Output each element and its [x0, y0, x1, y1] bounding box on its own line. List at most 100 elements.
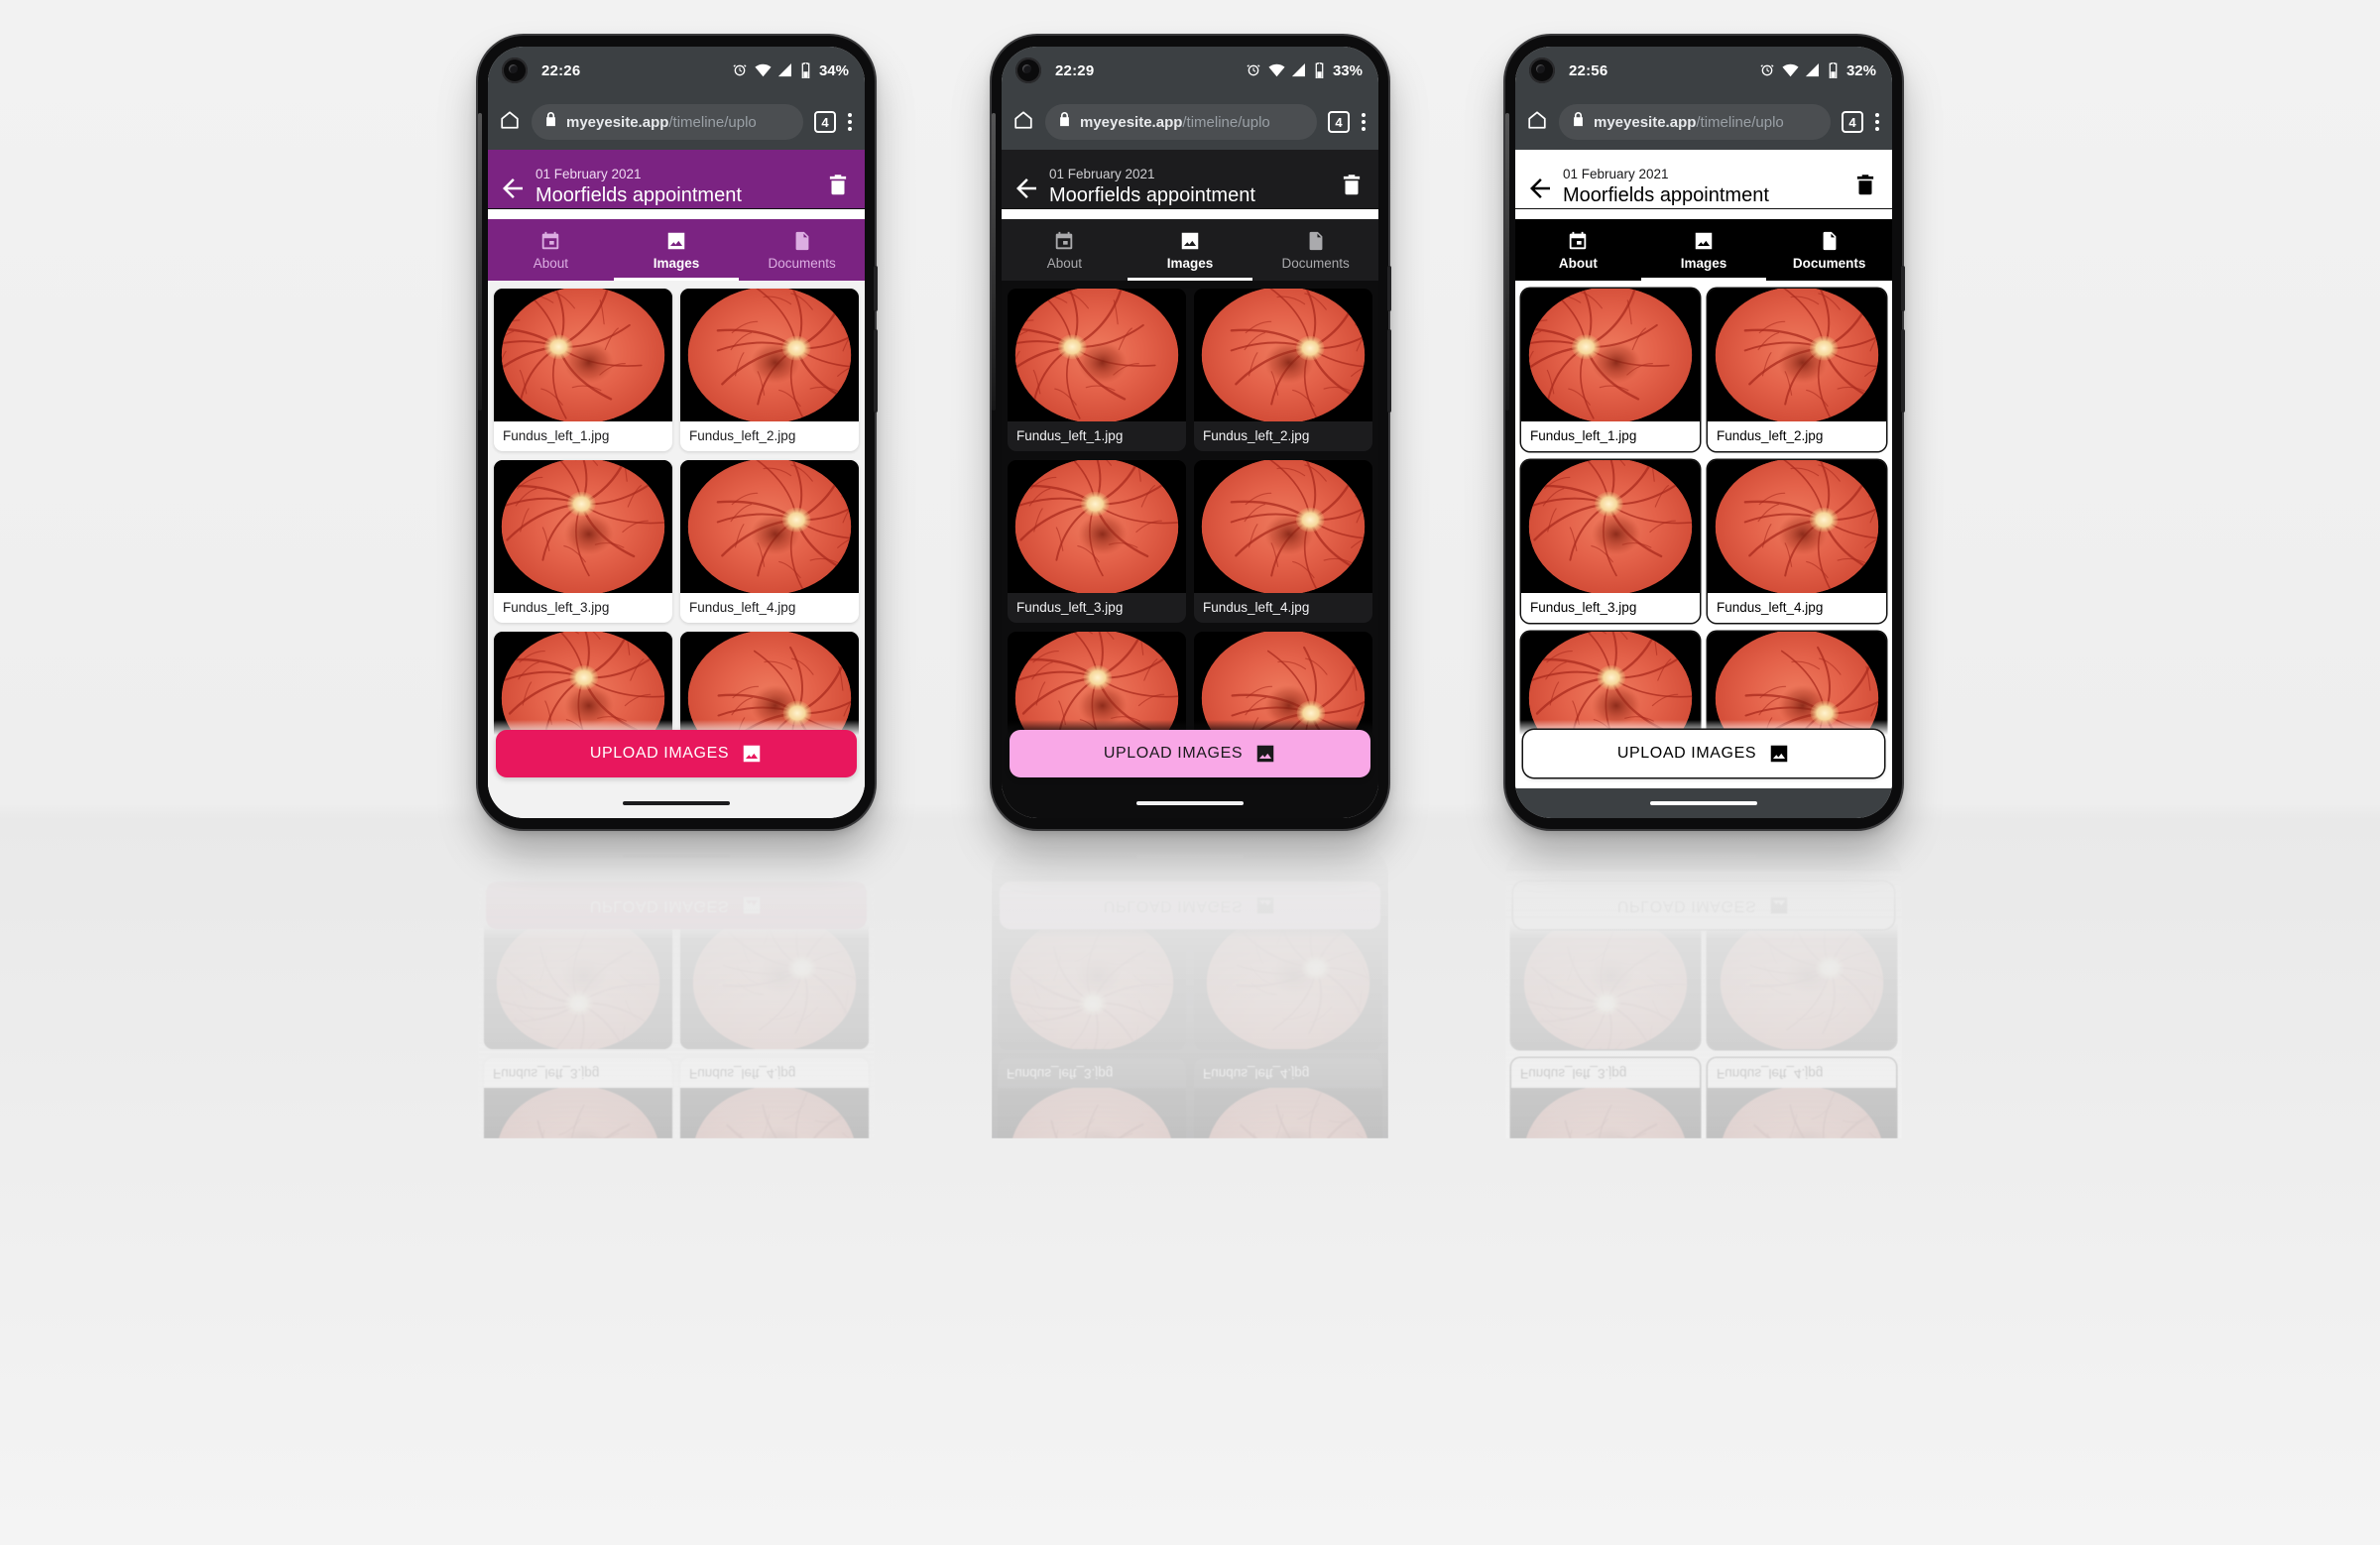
tab-about[interactable]: About [1515, 219, 1641, 281]
image-card[interactable]: Fundus_left_3.jpg [1521, 460, 1700, 624]
tab-counter[interactable]: 4 [1842, 111, 1863, 133]
fundus-thumbnail[interactable] [1521, 460, 1700, 594]
tab-documents[interactable]: Documents [1766, 219, 1892, 281]
status-bar: 22:56 32% [1515, 47, 1892, 94]
address-bar[interactable]: myeyesite.app/timeline/uplo [1559, 104, 1831, 140]
volume-button[interactable] [1901, 266, 1905, 311]
image-card[interactable]: Fundus_left_4.jpg [1194, 460, 1372, 624]
trash-icon[interactable] [1339, 172, 1365, 201]
fundus-thumbnail[interactable] [494, 289, 672, 422]
fundus-thumbnail[interactable] [1708, 289, 1886, 422]
image-card[interactable]: Fundus_left_3.jpg [494, 460, 672, 624]
browser-toolbar: myeyesite.app/timeline/uplo 4 [488, 94, 865, 150]
upload-images-button[interactable]: UPLOAD IMAGES [1010, 730, 1370, 777]
upload-bar: UPLOAD IMAGES [488, 720, 865, 788]
image-card[interactable]: Fundus_left_2.jpg [1708, 289, 1886, 452]
volume-button[interactable] [874, 266, 878, 311]
fundus-thumbnail[interactable] [1521, 289, 1700, 422]
power-button[interactable] [1901, 329, 1905, 413]
system-nav-bar [1515, 788, 1892, 818]
tab-images[interactable]: Images [1127, 219, 1253, 282]
image-card[interactable]: Fundus_left_1.jpg [1008, 289, 1186, 452]
trash-icon[interactable] [1852, 172, 1878, 201]
home-icon[interactable] [499, 109, 521, 136]
image-icon [1254, 894, 1276, 916]
gesture-pill[interactable] [1650, 801, 1757, 805]
phone-screen-purple-light: 22:26 34% myeyesite.app/timeline/uplo 4 … [488, 47, 865, 818]
image-card[interactable]: Fundus_left_1.jpg [494, 289, 672, 452]
power-button[interactable] [1387, 329, 1391, 413]
fundus-thumbnail[interactable] [1194, 460, 1372, 594]
tab-documents[interactable]: Documents [1252, 219, 1378, 281]
trash-icon[interactable] [825, 172, 851, 201]
image-card: Fundus_left_3.jpg [484, 1057, 672, 1138]
tab-counter[interactable]: 4 [814, 111, 836, 133]
fundus-thumbnail[interactable] [1708, 460, 1886, 594]
fundus-thumbnail[interactable] [494, 460, 672, 594]
image-filename: Fundus_left_3.jpg [1520, 1065, 1627, 1081]
tab-about[interactable]: About [1002, 219, 1128, 281]
lock-icon [1058, 112, 1071, 132]
upload-images-button: UPLOAD IMAGES [486, 882, 867, 929]
fundus-thumbnail [1511, 871, 1700, 878]
image-card[interactable]: Fundus_left_3.jpg [1008, 460, 1186, 624]
tab-images[interactable]: Images [1640, 219, 1767, 282]
home-icon[interactable] [1526, 109, 1548, 136]
upload-images-button[interactable]: UPLOAD IMAGES [496, 730, 857, 777]
fundus-thumbnail[interactable] [1008, 289, 1186, 422]
image-filename: Fundus_left_1.jpg [1016, 428, 1124, 444]
upload-button-label: UPLOAD IMAGES [589, 745, 730, 762]
image-card[interactable]: Fundus_left_2.jpg [680, 289, 859, 452]
battery-percentage: 32% [1845, 61, 1876, 79]
phone-slot: 22:56 32% myeyesite.app/timeline/uplo 4 … [1505, 36, 1905, 1138]
address-bar[interactable]: myeyesite.app/timeline/uplo [1045, 104, 1317, 140]
fundus-thumbnail[interactable] [1194, 289, 1372, 422]
image-card[interactable]: Fundus_left_4.jpg [1708, 460, 1886, 624]
kebab-menu-icon[interactable] [1874, 113, 1879, 131]
app-bar-divider [488, 208, 865, 210]
image-filename: Fundus_left_1.jpg [503, 428, 610, 444]
image-icon [1179, 230, 1201, 252]
fundus-thumbnail [680, 1087, 869, 1138]
image-icon [741, 743, 763, 765]
url-text: myeyesite.app/timeline/uplo [1080, 114, 1270, 131]
tab-about[interactable]: About [488, 219, 614, 281]
tab-images[interactable]: Images [613, 219, 740, 282]
image-card[interactable]: Fundus_left_1.jpg [1521, 289, 1700, 452]
home-icon[interactable] [1012, 109, 1034, 136]
tab-label: Documents [1792, 255, 1866, 271]
lock-icon [544, 112, 557, 132]
image-filename: Fundus_left_4.jpg [1203, 1065, 1310, 1081]
url-domain: myeyesite.app [1080, 113, 1183, 131]
image-gallery[interactable]: Fundus_left_1.jpg Fundus_left_2.jpg Fund… [1002, 281, 1378, 788]
image-filename: Fundus_left_3.jpg [1007, 1065, 1114, 1081]
address-bar[interactable]: myeyesite.app/timeline/uplo [532, 104, 803, 140]
gesture-pill[interactable] [623, 801, 730, 805]
kebab-menu-icon[interactable] [1361, 113, 1366, 131]
image-card[interactable]: Fundus_left_2.jpg [1194, 289, 1372, 452]
tab-counter[interactable]: 4 [1328, 111, 1350, 133]
url-path: /timeline/uplo [1182, 113, 1270, 131]
image-gallery[interactable]: Fundus_left_1.jpg Fundus_left_2.jpg Fund… [1515, 281, 1892, 788]
upload-images-button[interactable]: UPLOAD IMAGES [1523, 730, 1884, 777]
gesture-pill[interactable] [1136, 801, 1244, 805]
tab-label: About [1046, 255, 1082, 271]
fundus-thumbnail[interactable] [1008, 460, 1186, 594]
system-nav-bar [992, 841, 1388, 871]
kebab-menu-icon[interactable] [847, 113, 852, 131]
image-filename: Fundus_left_3.jpg [1016, 600, 1124, 616]
gesture-pill [623, 854, 730, 858]
status-bar: 22:29 33% [1002, 47, 1378, 94]
volume-button[interactable] [1387, 266, 1391, 311]
image-card[interactable]: Fundus_left_4.jpg [680, 460, 859, 624]
url-domain: myeyesite.app [566, 113, 669, 131]
image-card: Fundus_left_8.jpg [1708, 871, 1896, 878]
power-button[interactable] [874, 329, 878, 413]
back-arrow-icon[interactable] [1525, 174, 1555, 203]
tab-documents[interactable]: Documents [739, 219, 865, 281]
image-gallery[interactable]: Fundus_left_1.jpg Fundus_left_2.jpg Fund… [488, 281, 865, 788]
fundus-thumbnail[interactable] [680, 460, 859, 594]
back-arrow-icon[interactable] [498, 174, 528, 203]
fundus-thumbnail[interactable] [680, 289, 859, 422]
back-arrow-icon[interactable] [1012, 174, 1041, 203]
